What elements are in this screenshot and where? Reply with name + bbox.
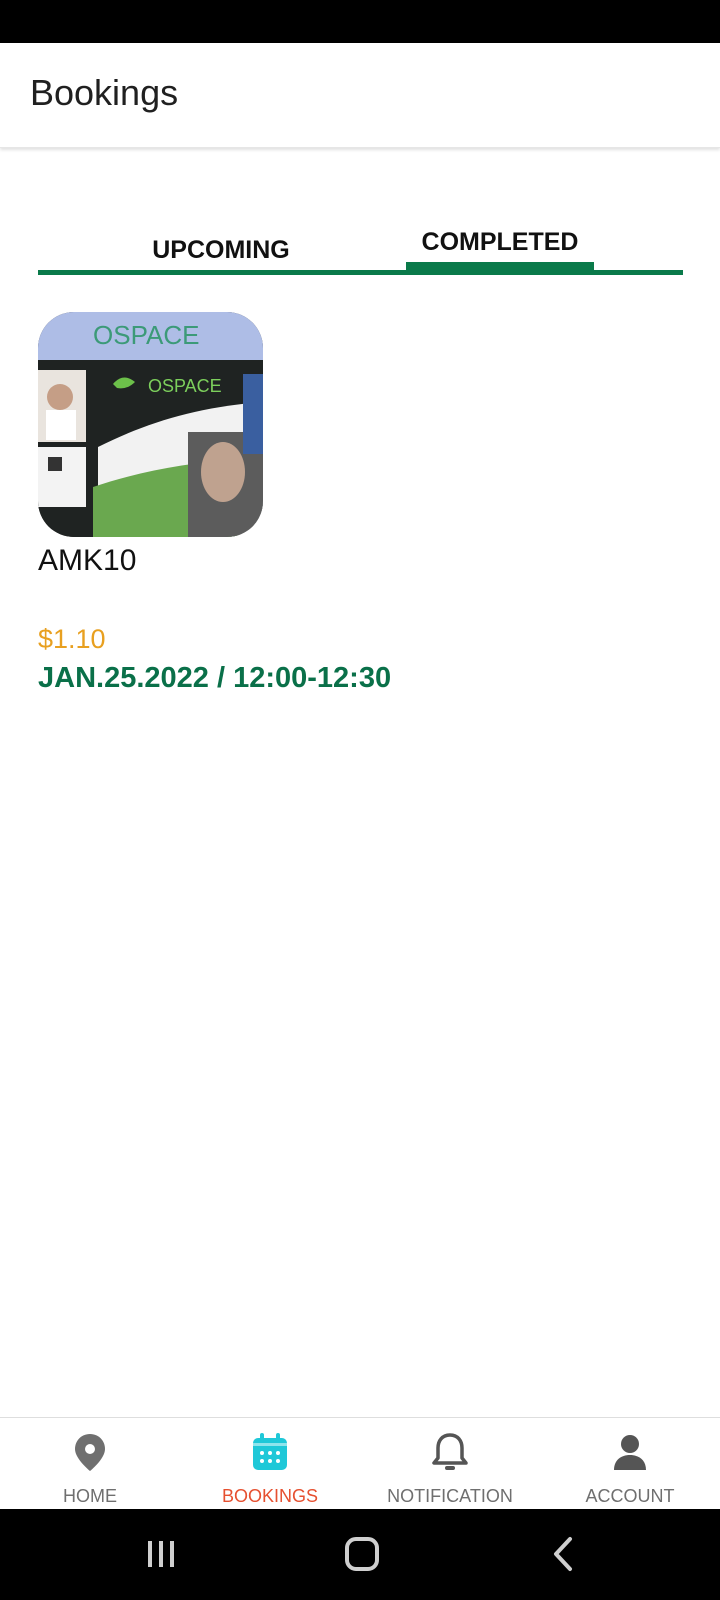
venue-thumbnail: OSPACE OSPACE [38, 312, 263, 537]
nav-bookings[interactable]: BOOKINGS [180, 1418, 360, 1510]
tab-upcoming-label: UPCOMING [152, 236, 290, 264]
home-button-icon[interactable] [337, 1531, 387, 1577]
tab-completed-label: COMPLETED [421, 228, 579, 256]
booking-datetime: JAN.25.2022 / 12:00-12:30 [38, 662, 392, 694]
booking-price: $1.10 [38, 624, 106, 654]
person-icon [614, 1435, 646, 1470]
app-bar: Bookings [0, 43, 720, 148]
nav-home-label: HOME [63, 1486, 117, 1506]
bell-icon [432, 1433, 468, 1470]
venue-name: AMK10 [38, 544, 137, 577]
thumb-logo-mid: OSPACE [148, 376, 222, 396]
booking-card[interactable]: OSPACE OSPACE AMK10 $1.10 JAN.25.2022 / … [38, 312, 438, 702]
nav-notification-label: NOTIFICATION [387, 1486, 513, 1506]
recent-apps-icon[interactable] [136, 1531, 186, 1577]
system-nav-bar [0, 1509, 720, 1600]
thumb-logo-top: OSPACE [93, 320, 199, 350]
booking-tabs: UPCOMING COMPLETED [38, 222, 683, 278]
calendar-icon [253, 1433, 287, 1470]
nav-account[interactable]: ACCOUNT [540, 1418, 720, 1510]
tab-upcoming[interactable]: UPCOMING [38, 222, 404, 274]
tab-active-indicator [406, 262, 594, 270]
location-pin-icon [75, 1434, 105, 1471]
nav-home[interactable]: HOME [0, 1418, 180, 1510]
nav-notification[interactable]: NOTIFICATION [360, 1418, 540, 1510]
back-icon[interactable] [538, 1531, 588, 1577]
status-bar [0, 0, 720, 43]
page-title: Bookings [30, 72, 179, 113]
tab-track [38, 270, 683, 275]
nav-account-label: ACCOUNT [585, 1486, 675, 1506]
bottom-nav: HOME BOOKINGS NOTIFICATION ACCOUNT [0, 1417, 720, 1510]
nav-bookings-label: BOOKINGS [221, 1486, 319, 1506]
